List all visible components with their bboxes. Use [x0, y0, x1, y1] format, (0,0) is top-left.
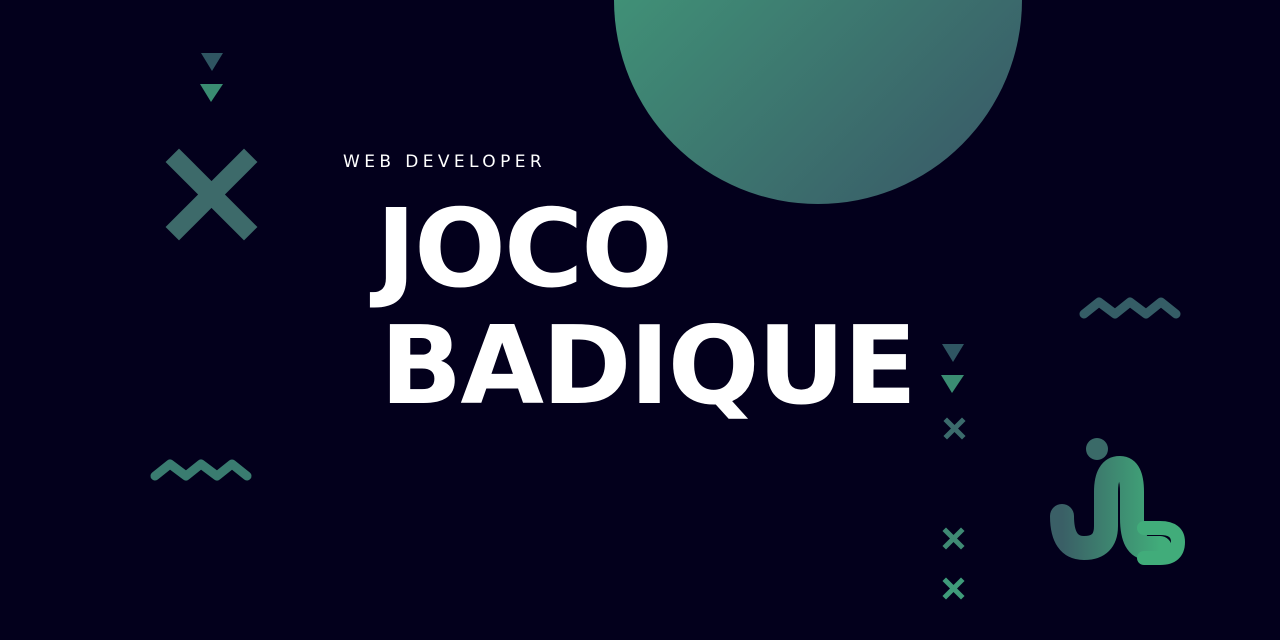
name-last: BADIQUE — [380, 304, 917, 429]
triangle-down-icon — [941, 375, 964, 393]
zigzag-wave-icon — [150, 459, 252, 481]
gradient-circle — [614, 0, 1022, 204]
small-x-icon — [942, 527, 965, 550]
banner-canvas: WEB DEVELOPER JOCO BADIQUE — [0, 0, 1280, 640]
triangle-down-icon — [942, 344, 964, 362]
x-cross-icon — [165, 148, 258, 241]
job-title: WEB DEVELOPER — [343, 152, 547, 172]
zigzag-wave-icon — [1079, 297, 1181, 319]
jb-monogram-logo — [1050, 438, 1185, 565]
small-x-icon — [942, 577, 965, 600]
name-first: JOCO — [376, 187, 673, 312]
triangle-down-icon — [201, 53, 223, 71]
triangle-down-icon — [200, 84, 223, 102]
small-x-icon — [943, 417, 966, 440]
